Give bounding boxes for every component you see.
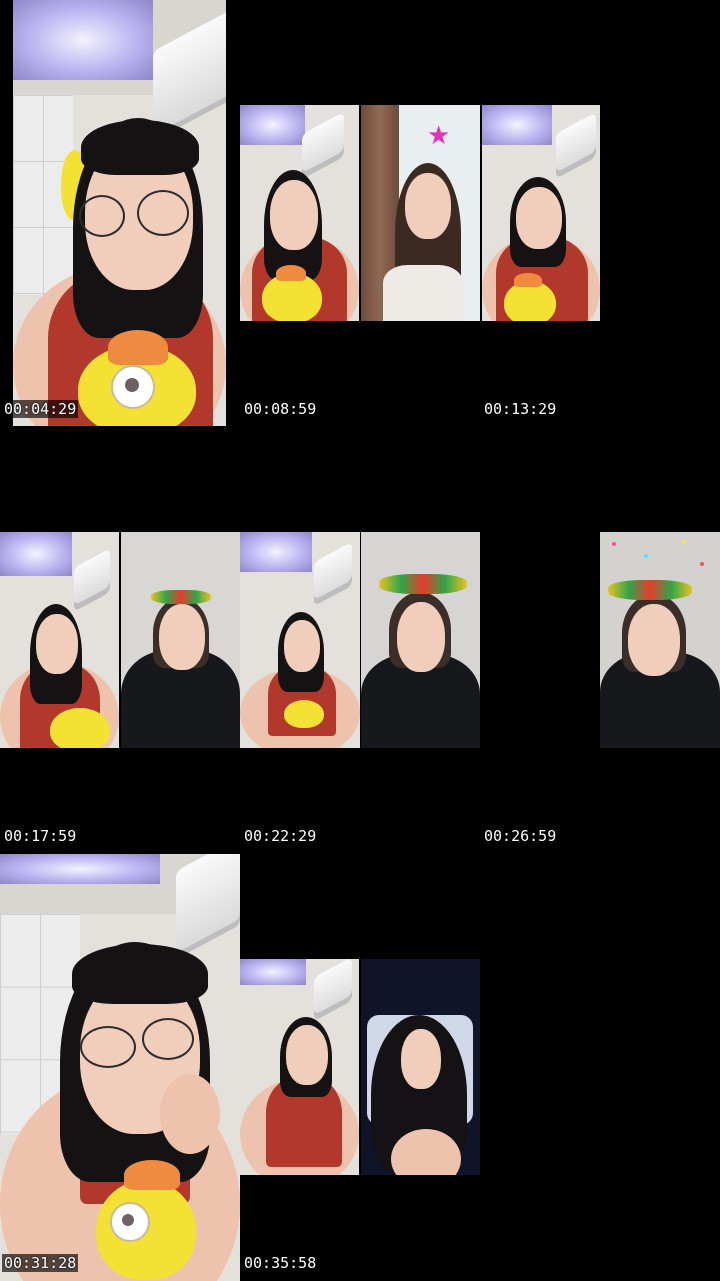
sparkle <box>612 542 616 546</box>
timestamp-7: 00:31:28 <box>2 1254 79 1272</box>
air-conditioner <box>302 111 344 180</box>
headband <box>151 590 211 604</box>
ceiling-light <box>240 532 312 572</box>
timestamp-2: 00:08:59 <box>244 400 317 418</box>
frame-3 <box>0 532 480 748</box>
timestamp-5: 00:22:29 <box>244 827 317 845</box>
face <box>628 604 680 676</box>
frame-6 <box>240 959 480 1175</box>
white-top <box>383 265 463 321</box>
timestamp-3: 00:13:29 <box>484 400 557 418</box>
face <box>159 604 205 670</box>
star-decoration: ★ <box>427 121 451 151</box>
face <box>397 602 445 672</box>
sparkle <box>682 540 686 544</box>
bangs <box>72 944 208 1004</box>
panel-left <box>240 959 359 1175</box>
plush-comb <box>276 265 306 281</box>
panel-right <box>361 959 480 1175</box>
ceiling-light <box>240 959 306 985</box>
air-conditioner <box>556 112 596 179</box>
plush-comb <box>514 273 542 287</box>
panel-1 <box>0 532 119 748</box>
ceiling-light <box>0 854 160 884</box>
face <box>286 1025 328 1085</box>
plush-comb <box>124 1160 180 1190</box>
air-conditioner <box>74 548 110 612</box>
ceiling-light <box>13 0 153 80</box>
timestamp-8: 00:35:58 <box>244 1254 317 1272</box>
sparkle <box>644 554 648 558</box>
video-contact-sheet: { "timestamps": [ "00:04:29", "00:08:59"… <box>0 0 720 1281</box>
plush-pupil <box>125 378 139 392</box>
ceiling-light <box>482 105 552 145</box>
frame-2: ★ <box>240 105 600 321</box>
face <box>36 614 78 674</box>
glasses <box>79 195 125 237</box>
face <box>270 180 318 250</box>
glasses <box>80 1026 136 1068</box>
panel-2 <box>121 532 240 748</box>
yellow-plush <box>50 708 110 748</box>
yellow-plush <box>284 700 324 728</box>
headband <box>379 574 467 594</box>
frame-5 <box>0 854 240 1281</box>
plush-pupil <box>122 1214 134 1226</box>
hand <box>160 1074 220 1154</box>
frame-4 <box>600 532 720 748</box>
face <box>284 620 320 672</box>
plush-comb <box>108 330 168 365</box>
yellow-plush <box>504 281 556 321</box>
headband <box>608 580 692 600</box>
panel-right <box>482 105 600 321</box>
panel-left <box>240 105 359 321</box>
panel-4 <box>361 532 480 748</box>
timestamp-1: 00:04:29 <box>2 400 79 418</box>
ceiling-light <box>0 532 72 576</box>
bangs <box>81 120 199 175</box>
air-conditioner <box>314 959 352 1022</box>
air-conditioner <box>314 541 352 607</box>
timestamp-4: 00:17:59 <box>4 827 77 845</box>
air-conditioner <box>176 854 240 960</box>
face <box>401 1029 441 1089</box>
face <box>516 187 562 249</box>
sparkle <box>700 562 704 566</box>
glasses <box>137 190 189 236</box>
panel-middle: ★ <box>361 105 480 321</box>
glasses <box>142 1018 194 1060</box>
ceiling-light <box>240 105 305 145</box>
timestamp-6: 00:26:59 <box>484 827 557 845</box>
face <box>405 173 451 239</box>
frame-1 <box>13 0 226 426</box>
panel-3 <box>240 532 360 748</box>
